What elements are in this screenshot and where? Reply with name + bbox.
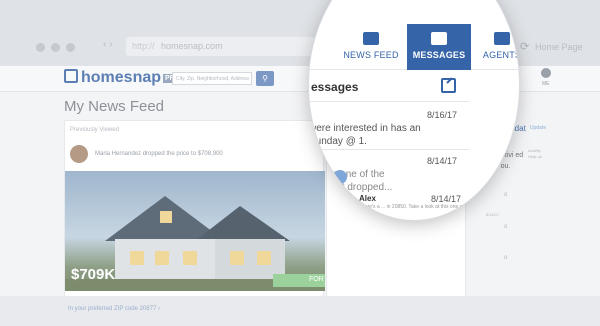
tab-messages[interactable]: MESSAGES [407, 24, 471, 70]
activity-text: Maria Hernandez dropped the price to $70… [95, 151, 223, 157]
suggestion-mark: o [504, 255, 508, 261]
listing-photo[interactable]: $709K FOR [65, 171, 325, 291]
logo-text: homesnap [81, 69, 162, 86]
search-input[interactable]: City, Zip, Neighborhood, Address [172, 72, 252, 85]
tab-news-feed[interactable]: NEWS FEED [342, 24, 400, 70]
window-minimize-dot[interactable] [51, 43, 60, 52]
status-badge-label: FOR [309, 276, 324, 283]
status-badge: FOR [273, 274, 325, 287]
me-label: ME [542, 81, 550, 87]
message-date: 8/14/17 [427, 156, 458, 166]
homesnap-logo[interactable]: homesnapPRO [64, 69, 183, 87]
feed-card[interactable]: Previously Viewed Maria Hernandez droppe… [64, 120, 325, 300]
message-line: were interested in has an [309, 123, 421, 134]
listing-price: $709K [71, 266, 116, 283]
section-label: Previously Viewed [70, 127, 119, 133]
suggestion-date: 8/14/17 [486, 212, 500, 217]
suggestion-mark: o [504, 192, 508, 198]
search-button[interactable]: ⚲ [256, 71, 274, 86]
tab-label: AGENTS [482, 50, 519, 60]
window-close-dot[interactable] [36, 43, 45, 52]
refresh-icon[interactable]: ⟳ [520, 40, 529, 53]
agent-avatar[interactable] [70, 145, 88, 163]
sender-avatar[interactable] [337, 194, 355, 212]
address-bar[interactable]: http:// homesnap.com [126, 37, 326, 56]
divider [309, 101, 469, 102]
news-feed-icon [363, 32, 379, 45]
avatar[interactable] [541, 68, 551, 78]
url-text: homesnap.com [161, 41, 223, 51]
divider [309, 149, 469, 150]
zip-link[interactable]: In your preferred ZIP code 20877 › [68, 306, 160, 312]
messages-title: essages [311, 80, 359, 94]
compose-icon[interactable] [441, 78, 456, 93]
message-line: Sunday @ 1. [309, 136, 367, 147]
message-date: 8/14/17 [431, 194, 462, 204]
message-date: 8/16/17 [427, 110, 458, 120]
search-icon: ⚲ [262, 74, 268, 83]
zip-section: In your preferred ZIP code 20877 › [0, 296, 600, 326]
homesnap-logo-icon [64, 69, 78, 83]
message-preview[interactable]: were interested in has an Sunday @ 1. [309, 122, 459, 148]
suggestion-mark: o [504, 224, 508, 230]
messages-icon [431, 32, 447, 45]
update-link[interactable]: Update [530, 125, 546, 131]
tab-label: NEWS FEED [343, 50, 399, 60]
home-page-tab[interactable]: Home Page [535, 42, 583, 52]
message-line: ested. It dropped... [309, 182, 393, 193]
sender-name: Alex [359, 194, 376, 203]
tab-agents[interactable]: AGENTS [473, 24, 519, 70]
unread-bubble-icon [333, 170, 347, 184]
message-snippet: There's a ... in 20850. Take a look at t… [359, 204, 466, 216]
tab-label: MESSAGES [412, 50, 466, 60]
agents-icon [494, 32, 510, 45]
browser-nav-arrows[interactable]: ‹ › [103, 39, 112, 50]
page-title: My News Feed [64, 98, 165, 115]
window-zoom-dot[interactable] [66, 43, 75, 52]
message-preview[interactable]: red on one of the ested. It dropped... [309, 168, 459, 194]
url-protocol: http:// [132, 41, 155, 51]
